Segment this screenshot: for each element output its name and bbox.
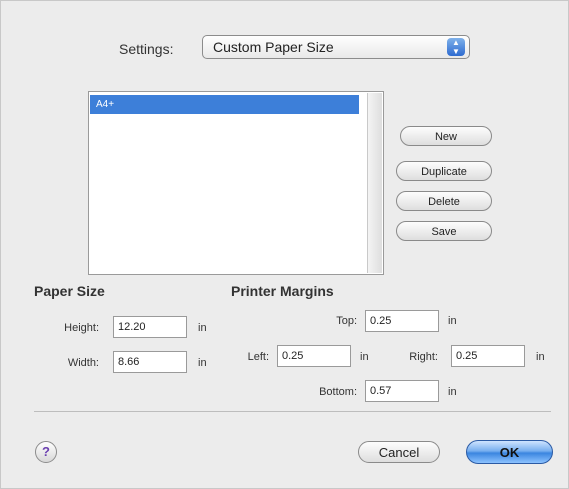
top-margin-field[interactable]: 0.25: [365, 310, 439, 332]
duplicate-button[interactable]: Duplicate: [396, 161, 492, 181]
updown-arrows-icon: ▲ ▼: [447, 38, 465, 56]
save-button[interactable]: Save: [396, 221, 492, 241]
list-scrollbar[interactable]: [367, 93, 382, 273]
bottom-label: Bottom:: [319, 386, 357, 398]
custom-paper-size-dialog: Settings: Custom Paper Size ▲ ▼ A4+ New D…: [0, 0, 569, 489]
height-unit: in: [198, 322, 207, 334]
bottom-unit: in: [448, 386, 457, 398]
paper-size-list[interactable]: A4+: [88, 91, 384, 275]
settings-label: Settings:: [119, 41, 174, 57]
help-icon[interactable]: ?: [35, 441, 57, 463]
right-unit: in: [536, 351, 545, 363]
settings-popup[interactable]: Custom Paper Size ▲ ▼: [202, 35, 470, 59]
ok-button[interactable]: OK: [466, 440, 553, 464]
left-label: Left:: [247, 351, 269, 363]
right-label: Right:: [409, 351, 438, 363]
cancel-button[interactable]: Cancel: [358, 441, 440, 463]
right-margin-field[interactable]: 0.25: [451, 345, 525, 367]
width-field[interactable]: 8.66: [113, 351, 187, 373]
new-button[interactable]: New: [400, 126, 492, 146]
height-label: Height:: [64, 322, 99, 334]
printer-margins-title: Printer Margins: [231, 283, 334, 299]
left-margin-field[interactable]: 0.25: [277, 345, 351, 367]
settings-popup-value: Custom Paper Size: [213, 39, 334, 55]
width-unit: in: [198, 357, 207, 369]
delete-button[interactable]: Delete: [396, 191, 492, 211]
bottom-margin-field[interactable]: 0.57: [365, 380, 439, 402]
height-field[interactable]: 12.20: [113, 316, 187, 338]
top-label: Top:: [336, 315, 357, 327]
top-unit: in: [448, 315, 457, 327]
width-label: Width:: [67, 357, 99, 369]
divider: [34, 411, 551, 412]
left-unit: in: [360, 351, 369, 363]
list-item[interactable]: A4+: [90, 95, 359, 114]
paper-size-title: Paper Size: [34, 283, 105, 299]
